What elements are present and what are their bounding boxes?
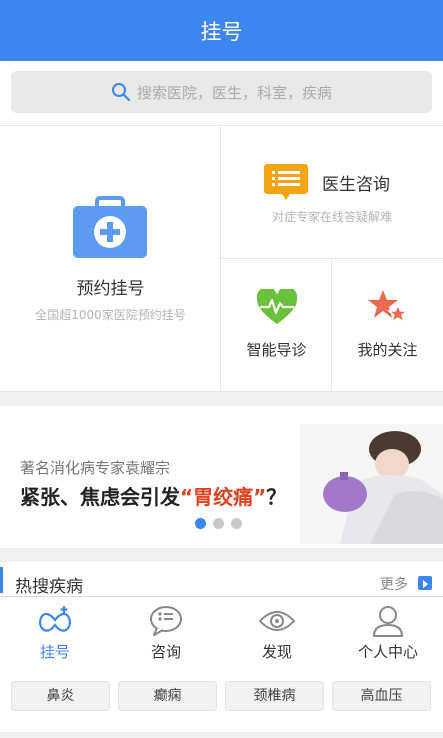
- search-icon: [111, 83, 131, 102]
- doctor-consult-card[interactable]: 医生咨询 对症专家在线答疑解难: [221, 126, 443, 259]
- banner-highlight: “胃绞痛”: [180, 485, 267, 509]
- banner-image: [300, 424, 443, 544]
- search-input[interactable]: 搜索医院，医生，科室，疾病: [11, 71, 432, 113]
- app-header: 挂号: [0, 0, 443, 61]
- chat-bubble-icon: [150, 606, 182, 636]
- carousel-dot[interactable]: [195, 518, 206, 529]
- disease-tag[interactable]: 高血压: [332, 681, 431, 711]
- hot-search-title: 热搜疾病: [15, 577, 83, 597]
- more-link[interactable]: 更多: [380, 574, 408, 594]
- medical-kit-icon: [73, 196, 147, 258]
- tab-profile-label: 个人中心: [357, 643, 418, 661]
- banner-line2: 紧张、焦虑会引发“胃绞痛”？: [20, 485, 287, 509]
- register-icon: [39, 606, 71, 632]
- disease-tag[interactable]: 颈椎病: [225, 681, 324, 711]
- tab-register-label: 挂号: [39, 643, 70, 661]
- tab-profile[interactable]: 个人中心: [333, 597, 443, 665]
- hot-disease-tags: 鼻炎 癫痫 颈椎病 高血压: [0, 664, 443, 732]
- page-title: 挂号: [200, 19, 243, 44]
- search-placeholder: 搜索医院，医生，科室，疾病: [136, 83, 332, 102]
- bottom-tab-bar: 挂号 咨询 发现 个人中心: [0, 596, 443, 664]
- my-follow-card[interactable]: 我的关注: [332, 259, 443, 391]
- stars-icon: [368, 290, 408, 324]
- consult-subtitle: 对症专家在线答疑解难: [271, 210, 392, 224]
- guide-title: 智能导诊: [246, 341, 307, 359]
- tab-discover-label: 发现: [261, 643, 292, 661]
- disease-tag[interactable]: 鼻炎: [11, 681, 110, 711]
- promo-banner[interactable]: 著名消化病专家袁耀宗 紧张、焦虑会引发“胃绞痛”？: [0, 406, 443, 548]
- carousel-dot[interactable]: [213, 518, 224, 529]
- disease-tag[interactable]: 癫痫: [118, 681, 217, 711]
- tab-register[interactable]: 挂号: [0, 597, 110, 665]
- chevron-right-icon[interactable]: [418, 576, 432, 590]
- appointment-subtitle: 全国超1000家医院预约挂号: [35, 308, 186, 322]
- feature-grid: 预约挂号 全国超1000家医院预约挂号 医生咨询 对症专家在线答疑解难 智能导诊…: [0, 125, 443, 392]
- smart-guide-card[interactable]: 智能导诊: [221, 259, 332, 391]
- follow-title: 我的关注: [357, 341, 418, 359]
- chat-list-icon: [264, 164, 308, 200]
- carousel-dots: [195, 518, 249, 529]
- appointment-card[interactable]: 预约挂号 全国超1000家医院预约挂号: [0, 126, 221, 391]
- tab-consult[interactable]: 咨询: [111, 597, 221, 665]
- person-icon: [372, 606, 404, 637]
- banner-line1: 著名消化病专家袁耀宗: [20, 459, 171, 477]
- heart-pulse-icon: [257, 289, 297, 324]
- section-accent-bar: [0, 567, 3, 593]
- tab-discover[interactable]: 发现: [222, 597, 332, 665]
- appointment-title: 预约挂号: [76, 279, 145, 299]
- hot-search-header: 热搜疾病 更多: [0, 562, 443, 597]
- eye-icon: [259, 611, 295, 631]
- tab-consult-label: 咨询: [150, 643, 181, 661]
- search-section: 搜索医院，医生，科室，疾病: [0, 61, 443, 125]
- consult-title: 医生咨询: [322, 175, 390, 195]
- carousel-dot[interactable]: [231, 518, 242, 529]
